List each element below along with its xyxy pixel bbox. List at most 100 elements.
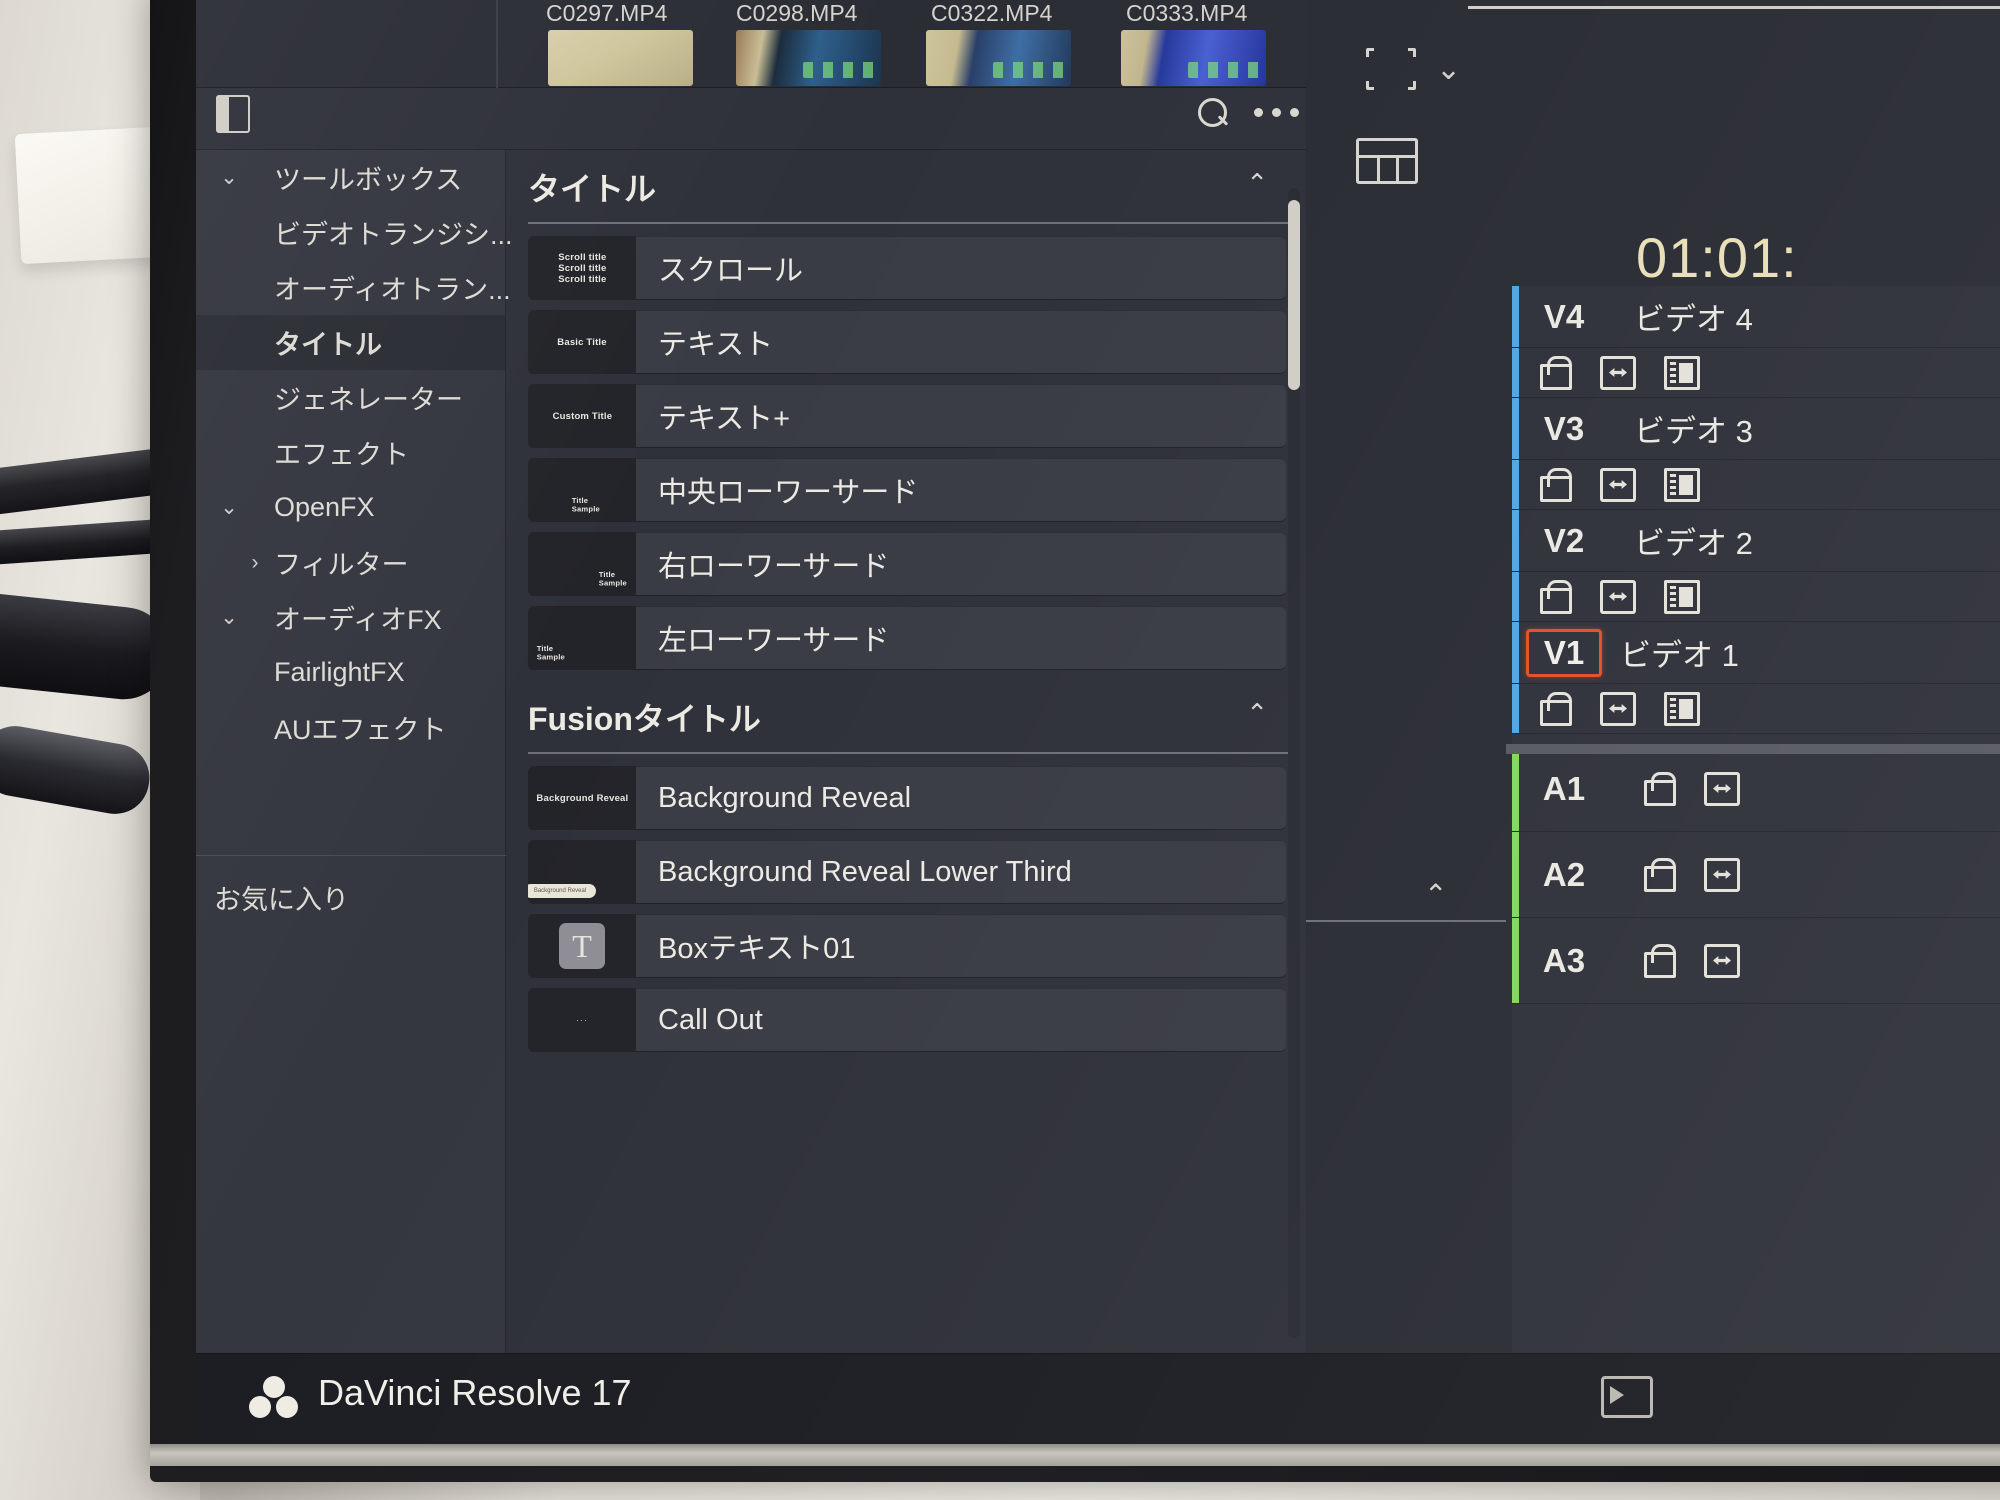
tree-item-10[interactable]: AUエフェクト xyxy=(196,700,505,755)
auto-track-select-icon[interactable] xyxy=(1600,355,1636,390)
lock-icon[interactable] xyxy=(1536,467,1572,502)
lock-icon[interactable] xyxy=(1536,355,1572,390)
media-file-name: C0298.MP4 xyxy=(736,0,858,26)
chevron-down-icon[interactable]: ⌄ xyxy=(218,166,240,189)
lock-icon[interactable] xyxy=(1640,771,1676,806)
tree-item-3[interactable]: タイトル xyxy=(196,315,505,370)
tree-item-2[interactable]: オーディオトラン... xyxy=(196,260,511,315)
track-visibility-icon[interactable] xyxy=(1664,691,1700,726)
render-queue-icon[interactable] xyxy=(1601,1376,1653,1418)
effect-name: テキスト+ xyxy=(658,403,791,435)
track-header-V2[interactable]: V2 ビデオ 2 xyxy=(1512,510,2000,572)
effects-section-header[interactable]: タイトル ⌃ xyxy=(506,150,1306,236)
auto-track-select-icon[interactable] xyxy=(1704,943,1740,978)
effect-thumbnail: T xyxy=(528,914,636,978)
effect-list-item[interactable]: Title Sample 右ローワーサード xyxy=(528,532,1286,596)
tree-item-label: ビデオトランジシ... xyxy=(274,220,513,250)
effects-item-list[interactable]: タイトル ⌃ Scroll title Scroll title Scroll titl… xyxy=(506,150,1306,1353)
track-header-V3[interactable]: V3 ビデオ 3 xyxy=(1512,398,2000,460)
effects-section-header[interactable]: Fusionタイトル ⌃ xyxy=(506,680,1306,766)
auto-track-select-icon[interactable] xyxy=(1600,579,1636,614)
auto-track-select-icon[interactable] xyxy=(1600,467,1636,502)
effect-name: Background Reveal xyxy=(658,781,912,814)
effect-list-item[interactable]: Title Sample 左ローワーサード xyxy=(528,606,1286,670)
effect-list-item[interactable]: Custom Title テキスト+ xyxy=(528,384,1286,448)
chevron-up-icon[interactable]: ⌃ xyxy=(1246,698,1268,729)
track-header-A2[interactable]: A2 xyxy=(1512,832,2000,918)
tree-divider xyxy=(196,855,506,856)
tree-item-0[interactable]: ⌄ ツールボックス xyxy=(196,150,505,205)
media-thumbnail[interactable] xyxy=(1121,30,1266,86)
tree-item-8[interactable]: ⌄ オーディオFX xyxy=(196,590,505,645)
tree-item-7[interactable]: › フィルター xyxy=(196,535,505,590)
track-header-A1[interactable]: A1 xyxy=(1512,746,2000,832)
effect-name: Call Out xyxy=(658,1003,763,1036)
auto-track-select-icon[interactable] xyxy=(1704,857,1740,892)
track-color-edge xyxy=(1512,572,1519,621)
section-rule xyxy=(528,752,1300,754)
effect-list-item[interactable]: Basic Title テキスト xyxy=(528,310,1286,374)
timeline-view-icon[interactable] xyxy=(1356,138,1418,184)
effect-list-item[interactable]: T Boxテキスト01 xyxy=(528,914,1286,978)
crop-frame-icon[interactable] xyxy=(1361,43,1421,95)
timeline-track-headers: V4 ビデオ 4 V3 ビデオ 3 V2 ビデオ 2 V1 ビデオ 1 A1 A2 A3 xyxy=(1506,286,2000,1353)
track-header-A3[interactable]: A3 xyxy=(1512,918,2000,1004)
effect-list-item[interactable]: Background Reveal Background Reveal xyxy=(528,766,1286,830)
scrollbar-thumb[interactable] xyxy=(1288,200,1300,390)
track-id[interactable]: V2 xyxy=(1512,522,1616,560)
section-rule xyxy=(528,222,1300,224)
effect-name: スクロール xyxy=(658,255,804,287)
more-options-icon[interactable] xyxy=(1254,108,1312,122)
section-title: Fusionタイトル xyxy=(528,701,761,737)
auto-track-select-icon[interactable] xyxy=(1704,771,1740,806)
effect-list-item[interactable]: Title Sample 中央ローワーサード xyxy=(528,458,1286,522)
track-id[interactable]: V1 xyxy=(1526,628,1602,677)
track-color-edge xyxy=(1512,684,1519,733)
chevron-down-icon[interactable]: ⌄ xyxy=(1436,52,1461,87)
tree-item-9[interactable]: FairlightFX xyxy=(196,645,505,700)
tree-item-1[interactable]: ビデオトランジシ... xyxy=(196,205,513,260)
track-header-V4[interactable]: V4 ビデオ 4 xyxy=(1512,286,2000,348)
panel-toggle-icon[interactable] xyxy=(216,95,250,133)
lock-icon[interactable] xyxy=(1536,691,1572,726)
monitor-stand-edge xyxy=(150,1444,2000,1466)
panel-divider xyxy=(1306,920,1506,922)
tree-item-4[interactable]: ジェネレーター xyxy=(196,370,505,425)
tree-item-5[interactable]: エフェクト xyxy=(196,425,505,480)
chevron-down-icon[interactable]: ⌄ xyxy=(218,606,240,629)
track-name: ビデオ 4 xyxy=(1634,302,1753,337)
track-id[interactable]: A1 xyxy=(1512,770,1616,808)
effect-list-item[interactable]: Scroll title Scroll title Scroll title スクロー… xyxy=(528,236,1286,300)
chevron-up-icon[interactable]: ⌃ xyxy=(1246,168,1268,199)
chevron-up-icon[interactable]: ⌃ xyxy=(1424,878,1447,911)
search-icon[interactable] xyxy=(1196,98,1230,132)
effect-thumbnail-text: Background Reveal xyxy=(536,792,628,804)
track-visibility-icon[interactable] xyxy=(1664,579,1700,614)
auto-track-select-icon[interactable] xyxy=(1600,691,1636,726)
track-visibility-icon[interactable] xyxy=(1664,355,1700,390)
track-id[interactable]: V3 xyxy=(1512,410,1616,448)
track-color-edge xyxy=(1512,622,1519,683)
lock-icon[interactable] xyxy=(1536,579,1572,614)
lock-icon[interactable] xyxy=(1640,857,1676,892)
track-id[interactable]: A3 xyxy=(1512,942,1616,980)
track-header-V1[interactable]: V1 ビデオ 1 xyxy=(1512,622,2000,684)
media-thumbnail[interactable] xyxy=(926,30,1071,86)
effect-list-item[interactable]: ··· Call Out xyxy=(528,988,1286,1052)
tree-item-6[interactable]: ⌄ OpenFX xyxy=(196,480,505,535)
favorites-label: お気に入り xyxy=(214,885,349,915)
effect-list-item[interactable]: Background Reveal Background Reveal Lower… xyxy=(528,840,1286,904)
lock-icon[interactable] xyxy=(1640,943,1676,978)
effect-thumbnail: Scroll title Scroll title Scroll title xyxy=(528,236,636,300)
media-thumbnail[interactable] xyxy=(736,30,881,86)
track-visibility-icon[interactable] xyxy=(1664,467,1700,502)
media-thumbnail[interactable] xyxy=(548,30,693,86)
timecode-display: 01:01: xyxy=(1636,226,1798,289)
tree-item-label: フィルター xyxy=(274,550,409,580)
text-tool-icon: T xyxy=(559,923,605,969)
chevron-right-icon[interactable]: › xyxy=(244,551,266,574)
tree-item-label: AUエフェクト xyxy=(274,715,447,745)
track-id[interactable]: V4 xyxy=(1512,298,1616,336)
chevron-down-icon[interactable]: ⌄ xyxy=(218,496,240,519)
track-id[interactable]: A2 xyxy=(1512,856,1616,894)
